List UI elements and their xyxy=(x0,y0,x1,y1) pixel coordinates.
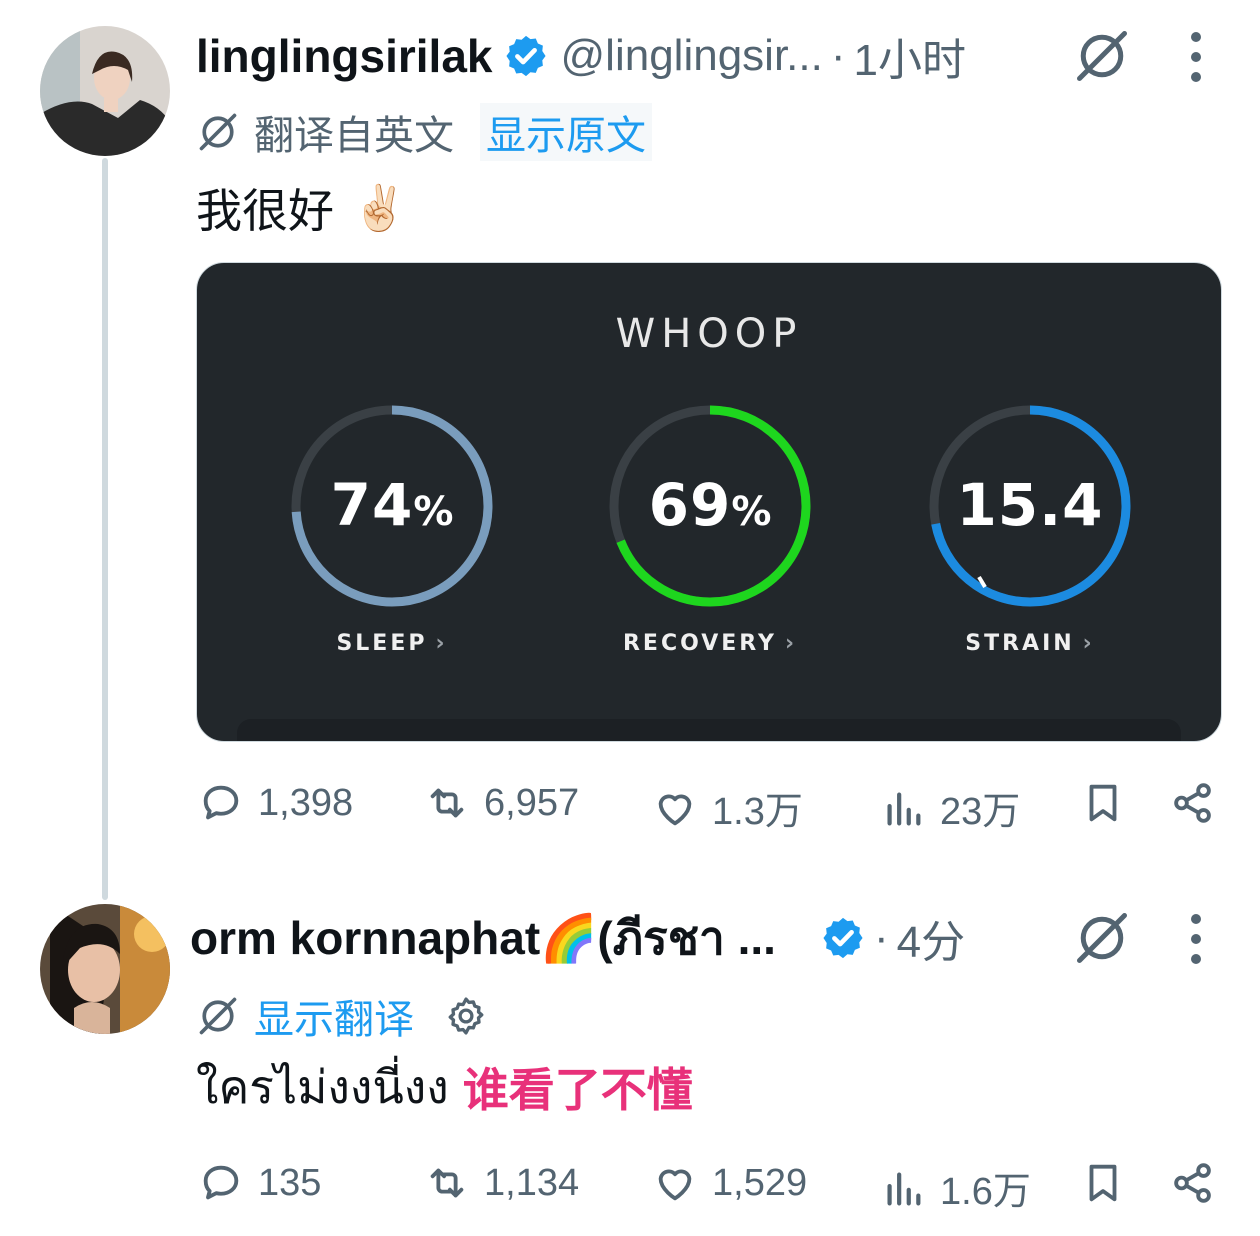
like-count: 1.3万 xyxy=(712,791,803,833)
sleep-label[interactable]: SLEEP › xyxy=(287,631,497,656)
translation-bar: 翻译自英文 显示原文 xyxy=(196,103,652,161)
share-icon[interactable] xyxy=(1170,1160,1216,1206)
bookmark-icon[interactable] xyxy=(1080,1160,1126,1206)
share-icon[interactable] xyxy=(1170,780,1216,826)
view-count: 1.6万 xyxy=(940,1171,1031,1213)
translation-bar: 显示翻译 xyxy=(196,988,502,1044)
recovery-value: 69% xyxy=(648,471,772,539)
user-handle[interactable]: @linglingsir... xyxy=(561,31,823,81)
more-options-icon[interactable] xyxy=(1190,914,1202,964)
heart-icon xyxy=(658,1169,692,1201)
repost-count: 1,134 xyxy=(484,1161,580,1204)
tweet-header: linglingsirilak @linglingsir... · 1小时 xyxy=(196,26,966,86)
repost-icon xyxy=(430,1168,464,1198)
tweet-text: ใครไม่งงนี่งง 谁看了不懂 xyxy=(196,1052,693,1122)
media-card[interactable]: WHOOP 74% SLEEP › 69% RECOVERY › 15.4 STRA… xyxy=(196,262,1222,742)
views-icon xyxy=(887,1171,921,1205)
like-button[interactable]: 1.3万 xyxy=(652,780,803,835)
recovery-label[interactable]: RECOVERY › xyxy=(595,631,825,656)
grok-icon xyxy=(199,997,237,1035)
bookmark-icon[interactable] xyxy=(1080,780,1126,826)
tweet-body: ใครไม่งงนี่งง xyxy=(196,1060,449,1113)
views-button[interactable]: 23万 xyxy=(880,780,1020,835)
display-name[interactable]: linglingsirilak xyxy=(196,29,493,83)
victory-hand-emoji: ✌🏻 xyxy=(352,184,407,233)
views-icon xyxy=(887,791,921,825)
verified-badge-icon xyxy=(505,35,546,77)
show-translation-link[interactable]: 显示翻译 xyxy=(254,987,414,1045)
grok-icon xyxy=(199,113,237,151)
view-count: 23万 xyxy=(940,791,1021,833)
translation-annotation: 谁看了不懂 xyxy=(462,1064,693,1116)
timestamp[interactable]: 1小时 xyxy=(854,24,966,88)
tweet-body: 我很好 xyxy=(196,185,334,237)
separator-dot: · xyxy=(873,913,889,962)
avatar[interactable] xyxy=(40,26,170,156)
thread-line xyxy=(102,158,108,900)
repost-icon xyxy=(430,788,464,818)
timestamp[interactable]: 4分 xyxy=(897,906,965,970)
whoop-logo: WHOOP xyxy=(615,311,803,357)
reply-icon xyxy=(203,785,239,820)
avatar[interactable] xyxy=(40,904,170,1034)
reply-count: 1,398 xyxy=(258,781,354,824)
show-original-link[interactable]: 显示原文 xyxy=(480,103,652,161)
separator-dot: · xyxy=(830,31,846,80)
display-name[interactable]: orm kornnaphat🌈(ภีรชา ... xyxy=(190,902,776,975)
tweet-text: 我很好 ✌🏻 xyxy=(196,176,407,240)
reply-icon xyxy=(203,1165,239,1200)
more-options-icon[interactable] xyxy=(1190,32,1202,82)
settings-gear-icon[interactable] xyxy=(444,994,488,1038)
grok-icon[interactable] xyxy=(1072,908,1132,968)
reply-button[interactable]: 135 xyxy=(198,1160,321,1206)
tweet-header: orm kornnaphat🌈(ภีรชา ... · 4分 xyxy=(190,908,965,968)
sleep-value: 74% xyxy=(330,471,454,539)
repost-button[interactable]: 6,957 xyxy=(424,780,579,826)
strain-value: 15.4 xyxy=(956,471,1104,539)
grok-icon[interactable] xyxy=(1072,26,1132,86)
repost-count: 6,957 xyxy=(484,781,580,824)
verified-badge-icon xyxy=(823,917,863,959)
like-count: 1,529 xyxy=(712,1161,808,1204)
reply-count: 135 xyxy=(258,1161,322,1204)
card-bottom-panel xyxy=(237,719,1181,741)
reply-button[interactable]: 1,398 xyxy=(198,780,353,826)
repost-button[interactable]: 1,134 xyxy=(424,1160,579,1206)
heart-icon xyxy=(658,793,692,825)
views-button[interactable]: 1.6万 xyxy=(880,1160,1031,1215)
like-button[interactable]: 1,529 xyxy=(652,1160,807,1206)
strain-label[interactable]: STRAIN › xyxy=(925,631,1135,656)
translated-from-label: 翻译自英文 xyxy=(254,114,454,158)
